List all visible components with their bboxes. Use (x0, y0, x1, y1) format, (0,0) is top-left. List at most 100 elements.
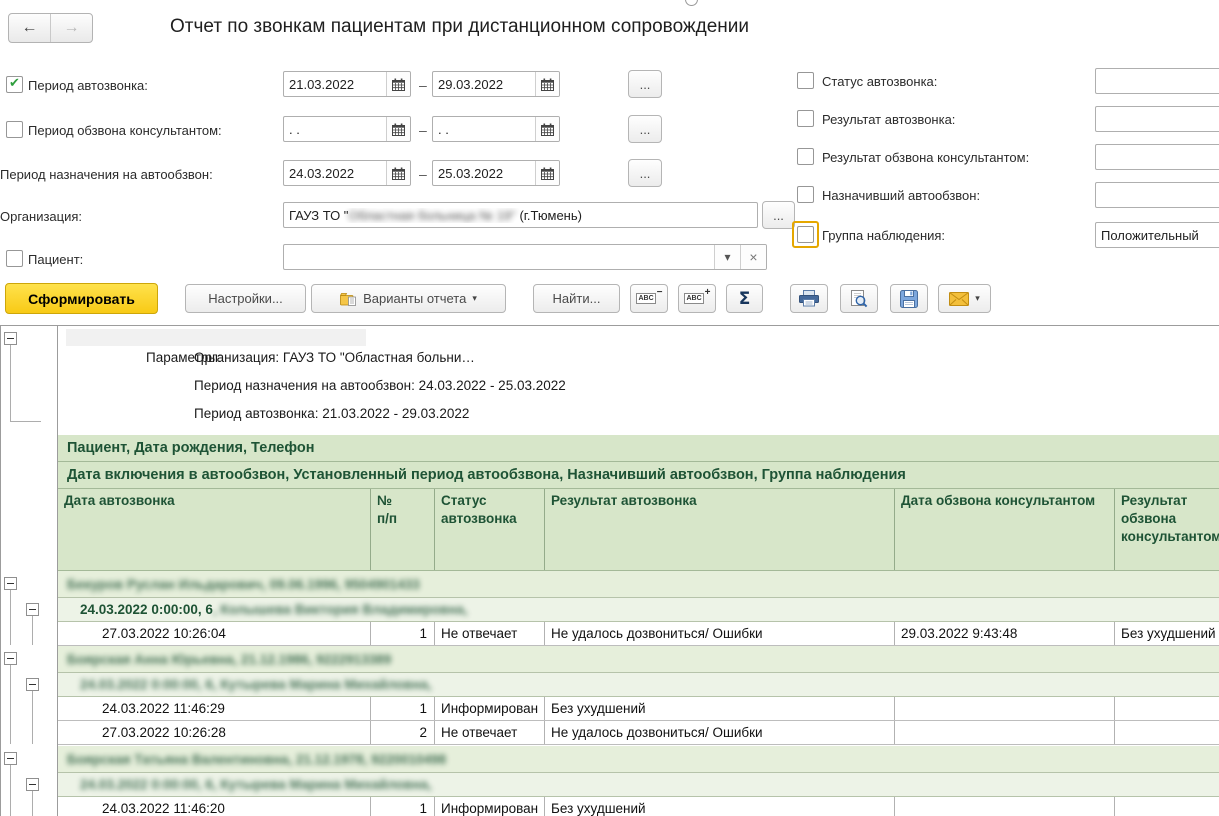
col-header-consult-result: Результат обзвона консультантом (1114, 489, 1219, 570)
params-lines: Организация: ГАУЗ ТО "Областная больни… … (194, 344, 566, 428)
observation-group-label: Группа наблюдения: (822, 228, 945, 243)
report-variants-label: Варианты отчета (363, 291, 466, 306)
expand-groups-button[interactable]: ABC+ (678, 284, 716, 313)
calendar-icon[interactable] (386, 72, 410, 96)
find-button[interactable]: Найти... (533, 284, 620, 313)
check-icon: ✔ (9, 77, 20, 90)
tree-collapse-group-1[interactable] (4, 577, 17, 590)
result-consultant-label: Результат обзвона консультантом: (822, 150, 1029, 165)
generate-button[interactable]: Сформировать (5, 283, 158, 314)
calendar-icon[interactable] (386, 117, 410, 141)
organization-more-button[interactable]: ... (762, 201, 795, 229)
cell-autocall-result: Без ухудшений (544, 797, 894, 816)
status-autocall-label: Статус автозвонка: (822, 74, 937, 89)
minus-icon: − (657, 287, 663, 298)
totals-button[interactable]: Σ (726, 284, 763, 313)
column-header-row: Дата автозвонка № п/п Статус автозвонка … (58, 489, 1219, 571)
top-edge-artifact-icon (685, 0, 698, 6)
result-consultant-checkbox[interactable] (797, 148, 814, 165)
range-dash: – (419, 122, 427, 138)
subgroup-visible-text: 24.03.2022 0:00:00, 6 (80, 602, 213, 617)
call-data-row[interactable]: 27.03.2022 10:26:28 2 Не отвечает Не уда… (58, 721, 1219, 745)
patient-group-row[interactable]: Боярская Анна Юрьевна, 21.12.1986, 92229… (58, 646, 1219, 673)
period-consultant-from-field[interactable]: . . (283, 116, 411, 142)
blurred-patient-name: Бекуров Руслан Ильдарович, 09.06.1996, 9… (67, 577, 420, 592)
tree-collapse-subgroup-3[interactable] (26, 778, 39, 791)
settings-button[interactable]: Настройки... (185, 284, 306, 313)
period-assignment-from-field[interactable]: 24.03.2022 (283, 160, 411, 186)
forward-button[interactable]: → (50, 14, 92, 42)
save-button[interactable] (890, 284, 928, 313)
assigner-field[interactable] (1095, 182, 1219, 208)
patient-group-row[interactable]: Боярская Татьяна Валентиновна, 21.12.197… (58, 746, 1219, 773)
observation-group-checkbox[interactable] (797, 226, 814, 243)
preview-button[interactable] (840, 284, 878, 313)
cell-autocall-date: 24.03.2022 11:46:29 (58, 697, 370, 720)
period-consultant-more-button[interactable]: ... (628, 115, 662, 143)
band-patient-header: Пациент, Дата рождения, Телефон (58, 435, 1219, 462)
cell-status: Не отвечает (434, 622, 544, 645)
period-assignment-label: Период назначения на автообзвон: (0, 167, 213, 182)
folder-icon (340, 292, 357, 306)
cell-status: Информирован (434, 797, 544, 816)
calendar-icon[interactable] (535, 161, 559, 185)
chevron-down-icon: ▾ (975, 293, 980, 304)
combo-dropdown-icon[interactable]: ▾ (714, 245, 740, 269)
organization-field[interactable]: ГАУЗ ТО "Областная больница № 19" (г.Тюм… (283, 202, 758, 228)
patient-checkbox[interactable] (6, 250, 23, 267)
collapse-groups-button[interactable]: ABC− (630, 284, 668, 313)
report-spreadsheet[interactable]: Параметры: Организация: ГАУЗ ТО "Областн… (0, 325, 1219, 816)
cell-consult-result (1114, 697, 1219, 720)
floppy-disk-icon (900, 290, 918, 308)
period-autocall-more-button[interactable]: ... (628, 70, 662, 98)
autocall-subgroup-row[interactable]: 24.03.2022 0:00:00, 6, Колышева Виктория… (58, 598, 1219, 622)
col-header-status: Статус автозвонка (434, 489, 544, 570)
autocall-subgroup-row[interactable]: 24.03.2022 0:00:00, 6, Кутырева Марина М… (58, 773, 1219, 797)
result-consultant-field[interactable] (1095, 144, 1219, 170)
status-autocall-field[interactable] (1095, 68, 1219, 94)
cell-autocall-result: Не удалось дозвониться/ Ошибки (544, 622, 894, 645)
report-variants-button[interactable]: Варианты отчета ▾ (311, 284, 506, 313)
period-assignment-more-button[interactable]: ... (628, 159, 662, 187)
tree-collapse-params[interactable] (4, 332, 17, 345)
calendar-icon[interactable] (386, 161, 410, 185)
print-button[interactable] (790, 284, 828, 313)
page-title: Отчет по звонкам пациентам при дистанцио… (170, 16, 749, 38)
col-header-consult-date: Дата обзвона консультантом (894, 489, 1114, 570)
period-consultant-checkbox[interactable] (6, 121, 23, 138)
calendar-icon[interactable] (535, 72, 559, 96)
blurred-org-name: Областная больница № 19" (348, 208, 515, 223)
tree-collapse-group-3[interactable] (4, 752, 17, 765)
patient-group-row[interactable]: Бекуров Руслан Ильдарович, 09.06.1996, 9… (58, 571, 1219, 598)
status-autocall-checkbox[interactable] (797, 72, 814, 89)
clear-icon[interactable]: × (740, 245, 766, 269)
date-value: . . (284, 122, 386, 137)
abc-icon: ABC (684, 293, 703, 304)
field-value: Положительный (1096, 228, 1219, 243)
period-autocall-to-field[interactable]: 29.03.2022 (432, 71, 560, 97)
chevron-down-icon: ▾ (472, 293, 477, 304)
period-consultant-to-field[interactable]: . . (432, 116, 560, 142)
call-data-row[interactable]: 24.03.2022 11:46:29 1 Информирован Без у… (58, 697, 1219, 721)
period-autocall-checkbox[interactable]: ✔ (6, 76, 23, 93)
calendar-icon[interactable] (535, 117, 559, 141)
tree-collapse-group-2[interactable] (4, 652, 17, 665)
tree-collapse-subgroup-2[interactable] (26, 678, 39, 691)
send-mail-button[interactable]: ▾ (938, 284, 991, 313)
tree-collapse-subgroup-1[interactable] (26, 603, 39, 616)
tree-line (10, 590, 11, 645)
back-button[interactable]: ← (9, 14, 50, 42)
period-autocall-from-field[interactable]: 21.03.2022 (283, 71, 411, 97)
call-data-row[interactable]: 27.03.2022 10:26:04 1 Не отвечает Не уда… (58, 622, 1219, 646)
result-autocall-field[interactable] (1095, 106, 1219, 132)
patient-field[interactable]: ▾ × (283, 244, 767, 270)
assigner-checkbox[interactable] (797, 186, 814, 203)
date-value: 21.03.2022 (284, 77, 386, 92)
observation-group-field[interactable]: Положительный (1095, 222, 1219, 248)
autocall-subgroup-row[interactable]: 24.03.2022 0:00:00, 6, Кутырева Марина М… (58, 673, 1219, 697)
result-autocall-checkbox[interactable] (797, 110, 814, 127)
call-data-row[interactable]: 24.03.2022 11:46:20 1 Информирован Без у… (58, 797, 1219, 816)
tree-line (32, 691, 33, 744)
blurred-subgroup-text: 24.03.2022 0:00:00, 6, Кутырева Марина М… (80, 677, 432, 692)
period-assignment-to-field[interactable]: 25.03.2022 (432, 160, 560, 186)
